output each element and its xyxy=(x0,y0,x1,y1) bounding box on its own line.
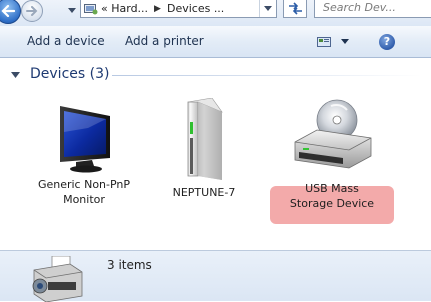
address-box[interactable]: « Hard... ▶ Devices ... xyxy=(80,0,277,18)
devices-content-area: Devices (3) Generic Non-PnP Monitor NEPT… xyxy=(0,58,431,250)
address-dropdown-button[interactable] xyxy=(259,0,276,17)
pc-tower-icon xyxy=(187,97,223,180)
device-label-line1: Generic Non-PnP xyxy=(37,178,131,191)
group-divider xyxy=(112,75,422,76)
device-label-line1: USB Mass xyxy=(305,182,359,195)
address-bar-area: « Hard... ▶ Devices ... Search Dev... xyxy=(0,0,431,26)
forward-button[interactable] xyxy=(21,0,43,22)
device-label-line2: Storage Device xyxy=(289,197,375,210)
device-item-computer[interactable]: NEPTUNE-7 xyxy=(147,97,261,200)
device-label-line2: Monitor xyxy=(63,193,105,206)
recent-pages-dropdown-icon[interactable] xyxy=(68,8,76,13)
device-label-computer: NEPTUNE-7 xyxy=(147,185,261,200)
back-arrow-icon xyxy=(1,5,15,17)
device-item-usb-storage[interactable]: USB Mass Storage Device xyxy=(270,98,394,211)
views-dropdown-icon[interactable] xyxy=(341,39,349,44)
item-count: 3 items xyxy=(107,258,152,272)
monitor-icon xyxy=(60,106,110,173)
add-device-button[interactable]: Add a device xyxy=(27,34,105,48)
usb-storage-disc-icon xyxy=(294,99,372,169)
group-title: Devices (3) xyxy=(30,66,110,82)
back-button[interactable] xyxy=(0,0,21,24)
chevron-down-icon xyxy=(264,6,272,11)
command-bar: Add a device Add a printer ? xyxy=(0,26,431,58)
control-panel-icon xyxy=(84,3,98,14)
devices-and-printers-icon xyxy=(32,256,83,302)
views-icon[interactable] xyxy=(317,37,331,47)
device-label-monitor: Generic Non-PnP Monitor xyxy=(16,177,152,207)
breadcrumb-hardware[interactable]: « Hard... xyxy=(101,2,148,15)
breadcrumb-separator-icon[interactable]: ▶ xyxy=(154,4,161,14)
device-item-monitor[interactable]: Generic Non-PnP Monitor xyxy=(16,98,152,207)
refresh-icon xyxy=(289,2,302,15)
add-printer-button[interactable]: Add a printer xyxy=(125,34,204,48)
collapse-group-icon[interactable] xyxy=(11,72,20,78)
refresh-button[interactable] xyxy=(283,0,307,18)
details-pane: 3 items xyxy=(0,250,431,302)
search-input[interactable]: Search Dev... xyxy=(314,0,431,18)
breadcrumb-devices[interactable]: Devices ... xyxy=(167,2,224,15)
device-label-usb-storage: USB Mass Storage Device xyxy=(270,181,394,211)
help-button[interactable]: ? xyxy=(379,34,395,50)
device-label-line1: NEPTUNE-7 xyxy=(172,186,236,199)
forward-arrow-icon xyxy=(26,6,38,16)
